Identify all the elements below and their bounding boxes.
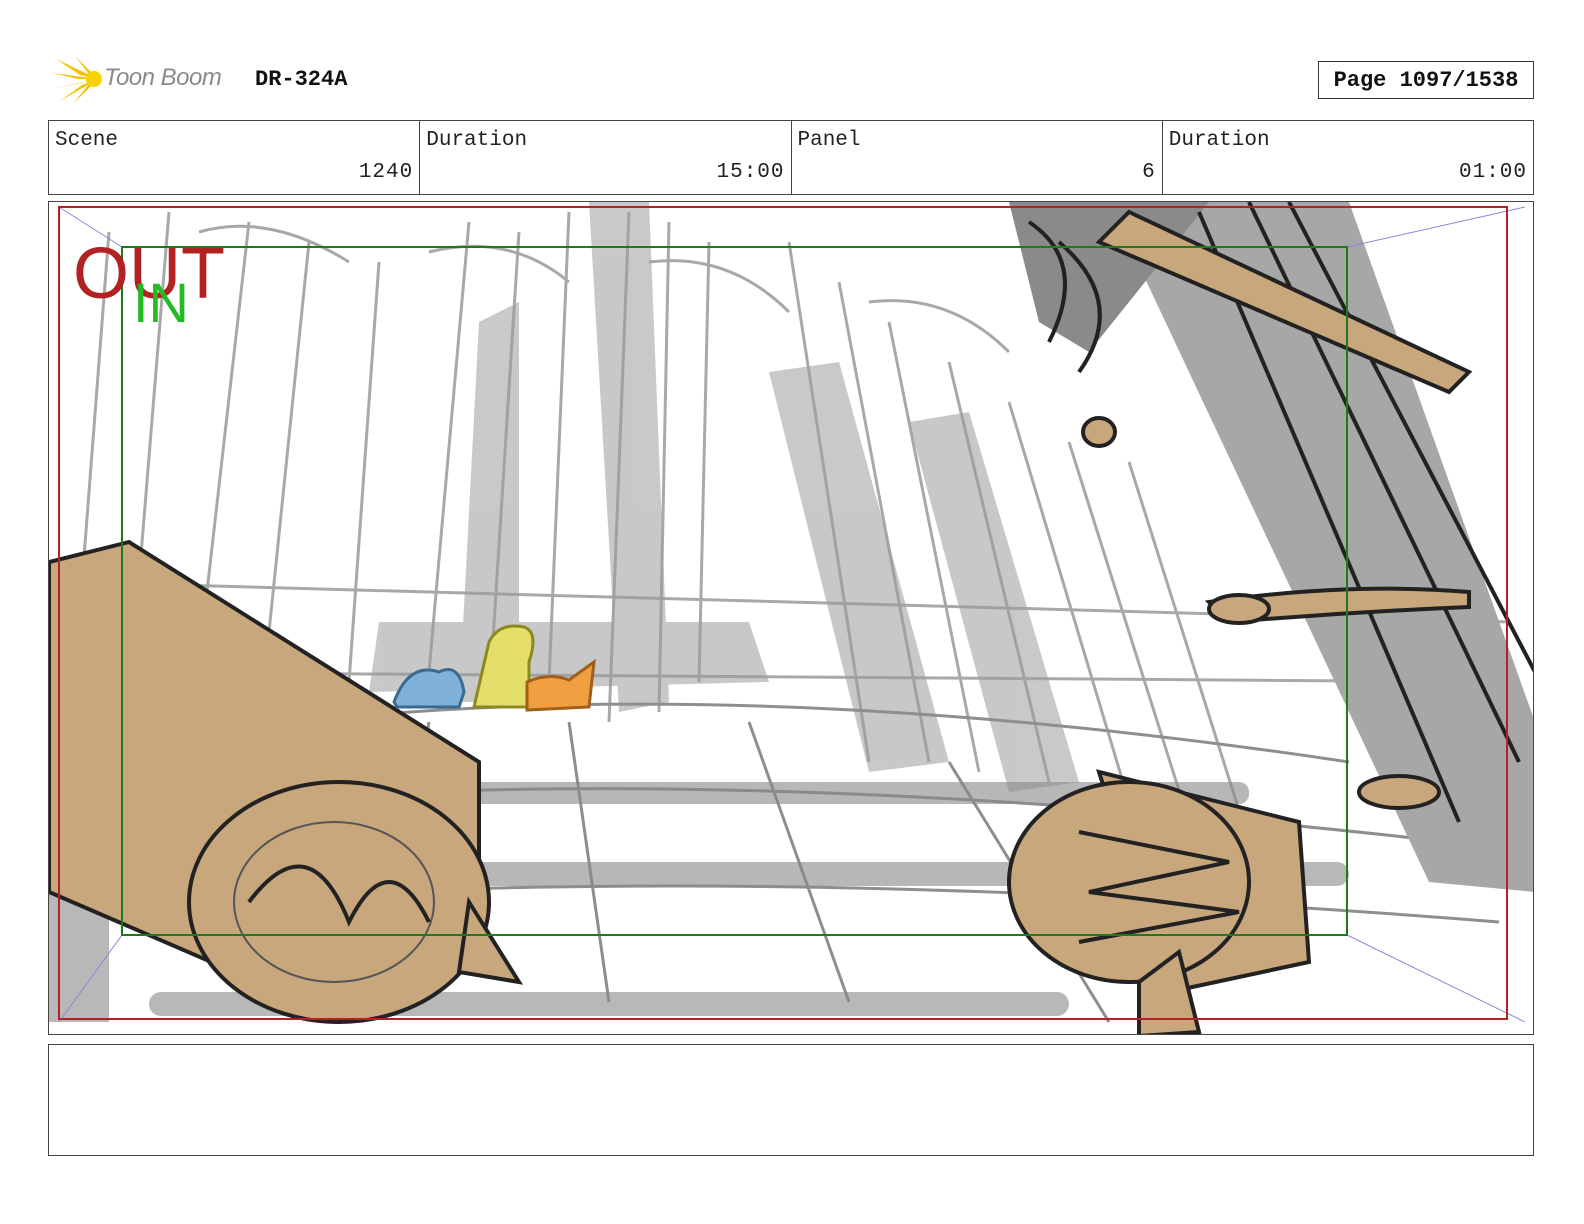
storyboard-page: Toon Boom DR-324A Page 1097/1538 Scene 1… — [0, 0, 1584, 1224]
scene-value: 1240 — [358, 161, 414, 184]
knot-hole — [1081, 416, 1117, 448]
panel-duration-label: Duration — [1168, 129, 1270, 152]
log-left — [49, 539, 524, 1024]
panel-cell: Panel 6 — [792, 121, 1163, 194]
scene-cell: Scene 1240 — [49, 121, 421, 194]
page-number: Page 1097/1538 — [1318, 61, 1534, 99]
scene-info-table: Scene 1240 Duration 15:00 Panel 6 Durati… — [48, 120, 1534, 195]
in-label: IN — [133, 271, 189, 334]
panel-duration-cell: Duration 01:00 — [1163, 121, 1533, 194]
panel-sketch: OUT IN — [49, 202, 1533, 1034]
scene-duration-label: Duration — [426, 129, 528, 152]
scene-label: Scene — [55, 129, 119, 152]
panel-duration-value: 01:00 — [1458, 161, 1527, 184]
knot-small — [1357, 774, 1441, 810]
logo-wordmark: Toon Boom — [104, 64, 222, 91]
panel-notes — [48, 1044, 1534, 1156]
panel-label: Panel — [797, 129, 861, 152]
scene-duration-value: 15:00 — [716, 161, 785, 184]
scene-duration-cell: Duration 15:00 — [420, 121, 792, 194]
panel-value: 6 — [1142, 161, 1156, 184]
storyboard-panel: OUT IN — [48, 201, 1534, 1035]
production-code: DR-324A — [255, 67, 348, 92]
